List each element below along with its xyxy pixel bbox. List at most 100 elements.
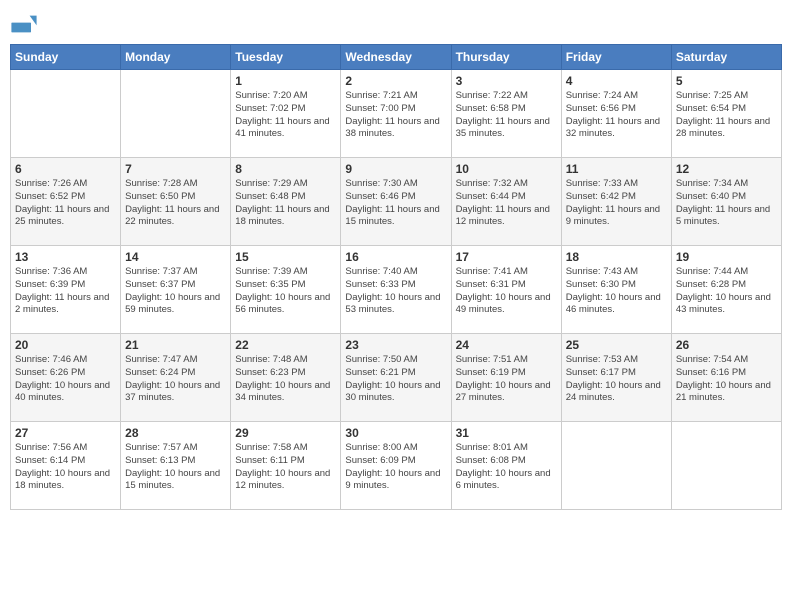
- day-number: 22: [235, 338, 336, 352]
- day-info: Sunrise: 7:24 AM Sunset: 6:56 PM Dayligh…: [566, 90, 667, 141]
- day-info: Sunrise: 7:48 AM Sunset: 6:23 PM Dayligh…: [235, 354, 336, 405]
- day-info: Sunrise: 7:43 AM Sunset: 6:30 PM Dayligh…: [566, 266, 667, 317]
- week-row-5: 27Sunrise: 7:56 AM Sunset: 6:14 PM Dayli…: [11, 422, 782, 510]
- day-cell-9: 9 Sunrise: 7:30 AM Sunset: 6:46 PM Daylig…: [341, 158, 451, 246]
- day-info: Sunrise: 7:25 AM Sunset: 6:54 PM Dayligh…: [676, 90, 777, 141]
- header-thursday: Thursday: [451, 45, 561, 70]
- day-number: 1: [235, 74, 336, 88]
- day-info: Sunrise: 7:51 AM Sunset: 6:19 PM Dayligh…: [456, 354, 557, 405]
- day-cell-1: 1 Sunrise: 7:20 AM Sunset: 7:02 PM Daylig…: [231, 70, 341, 158]
- day-cell-26: 26Sunrise: 7:54 AM Sunset: 6:16 PM Dayli…: [671, 334, 781, 422]
- day-info: Sunrise: 7:22 AM Sunset: 6:58 PM Dayligh…: [456, 90, 557, 141]
- logo: [10, 10, 42, 38]
- day-cell-3: 3 Sunrise: 7:22 AM Sunset: 6:58 PM Daylig…: [451, 70, 561, 158]
- day-number: 16: [345, 250, 446, 264]
- day-cell-8: 8 Sunrise: 7:29 AM Sunset: 6:48 PM Daylig…: [231, 158, 341, 246]
- day-info: Sunrise: 7:32 AM Sunset: 6:44 PM Dayligh…: [456, 178, 557, 229]
- day-cell-20: 20Sunrise: 7:46 AM Sunset: 6:26 PM Dayli…: [11, 334, 121, 422]
- day-number: 5: [676, 74, 777, 88]
- day-number: 21: [125, 338, 226, 352]
- calendar-table: SundayMondayTuesdayWednesdayThursdayFrid…: [10, 44, 782, 510]
- day-info: Sunrise: 7:39 AM Sunset: 6:35 PM Dayligh…: [235, 266, 336, 317]
- day-number: 9: [345, 162, 446, 176]
- header-friday: Friday: [561, 45, 671, 70]
- empty-cell: [121, 70, 231, 158]
- header-monday: Monday: [121, 45, 231, 70]
- day-number: 10: [456, 162, 557, 176]
- day-cell-27: 27Sunrise: 7:56 AM Sunset: 6:14 PM Dayli…: [11, 422, 121, 510]
- day-number: 8: [235, 162, 336, 176]
- week-row-4: 20Sunrise: 7:46 AM Sunset: 6:26 PM Dayli…: [11, 334, 782, 422]
- day-info: Sunrise: 7:54 AM Sunset: 6:16 PM Dayligh…: [676, 354, 777, 405]
- day-info: Sunrise: 7:56 AM Sunset: 6:14 PM Dayligh…: [15, 442, 116, 493]
- day-cell-31: 31 Sunrise: 8:01 AM Sunset: 6:08 PM Dayli…: [451, 422, 561, 510]
- day-number: 18: [566, 250, 667, 264]
- day-number: 12: [676, 162, 777, 176]
- day-info: Sunrise: 8:01 AM Sunset: 6:08 PM Dayligh…: [456, 442, 557, 493]
- day-cell-17: 17 Sunrise: 7:41 AM Sunset: 6:31 PM Dayli…: [451, 246, 561, 334]
- day-number: 11: [566, 162, 667, 176]
- day-cell-5: 5 Sunrise: 7:25 AM Sunset: 6:54 PM Daylig…: [671, 70, 781, 158]
- day-number: 7: [125, 162, 226, 176]
- day-number: 4: [566, 74, 667, 88]
- day-info: Sunrise: 7:33 AM Sunset: 6:42 PM Dayligh…: [566, 178, 667, 229]
- day-number: 14: [125, 250, 226, 264]
- day-number: 24: [456, 338, 557, 352]
- header-wednesday: Wednesday: [341, 45, 451, 70]
- day-info: Sunrise: 7:28 AM Sunset: 6:50 PM Dayligh…: [125, 178, 226, 229]
- day-number: 29: [235, 426, 336, 440]
- day-info: Sunrise: 7:47 AM Sunset: 6:24 PM Dayligh…: [125, 354, 226, 405]
- day-cell-23: 23 Sunrise: 7:50 AM Sunset: 6:21 PM Dayli…: [341, 334, 451, 422]
- day-number: 23: [345, 338, 446, 352]
- empty-cell: [11, 70, 121, 158]
- day-info: Sunrise: 7:50 AM Sunset: 6:21 PM Dayligh…: [345, 354, 446, 405]
- day-cell-6: 6 Sunrise: 7:26 AM Sunset: 6:52 PM Daylig…: [11, 158, 121, 246]
- day-number: 28: [125, 426, 226, 440]
- calendar-header-row: SundayMondayTuesdayWednesdayThursdayFrid…: [11, 45, 782, 70]
- week-row-2: 6 Sunrise: 7:26 AM Sunset: 6:52 PM Daylig…: [11, 158, 782, 246]
- day-info: Sunrise: 7:34 AM Sunset: 6:40 PM Dayligh…: [676, 178, 777, 229]
- day-cell-4: 4 Sunrise: 7:24 AM Sunset: 6:56 PM Daylig…: [561, 70, 671, 158]
- day-cell-15: 15 Sunrise: 7:39 AM Sunset: 6:35 PM Dayli…: [231, 246, 341, 334]
- day-cell-22: 22 Sunrise: 7:48 AM Sunset: 6:23 PM Dayli…: [231, 334, 341, 422]
- header-saturday: Saturday: [671, 45, 781, 70]
- day-cell-14: 14Sunrise: 7:37 AM Sunset: 6:37 PM Dayli…: [121, 246, 231, 334]
- day-cell-25: 25 Sunrise: 7:53 AM Sunset: 6:17 PM Dayli…: [561, 334, 671, 422]
- day-info: Sunrise: 7:36 AM Sunset: 6:39 PM Dayligh…: [15, 266, 116, 317]
- day-cell-29: 29 Sunrise: 7:58 AM Sunset: 6:11 PM Dayli…: [231, 422, 341, 510]
- header-tuesday: Tuesday: [231, 45, 341, 70]
- day-number: 3: [456, 74, 557, 88]
- day-info: Sunrise: 7:46 AM Sunset: 6:26 PM Dayligh…: [15, 354, 116, 405]
- day-info: Sunrise: 8:00 AM Sunset: 6:09 PM Dayligh…: [345, 442, 446, 493]
- day-info: Sunrise: 7:41 AM Sunset: 6:31 PM Dayligh…: [456, 266, 557, 317]
- day-number: 25: [566, 338, 667, 352]
- day-cell-28: 28 Sunrise: 7:57 AM Sunset: 6:13 PM Dayli…: [121, 422, 231, 510]
- day-info: Sunrise: 7:29 AM Sunset: 6:48 PM Dayligh…: [235, 178, 336, 229]
- day-number: 13: [15, 250, 116, 264]
- day-info: Sunrise: 7:53 AM Sunset: 6:17 PM Dayligh…: [566, 354, 667, 405]
- day-cell-24: 24 Sunrise: 7:51 AM Sunset: 6:19 PM Dayli…: [451, 334, 561, 422]
- day-info: Sunrise: 7:40 AM Sunset: 6:33 PM Dayligh…: [345, 266, 446, 317]
- day-cell-7: 7 Sunrise: 7:28 AM Sunset: 6:50 PM Daylig…: [121, 158, 231, 246]
- day-cell-16: 16 Sunrise: 7:40 AM Sunset: 6:33 PM Dayli…: [341, 246, 451, 334]
- day-info: Sunrise: 7:30 AM Sunset: 6:46 PM Dayligh…: [345, 178, 446, 229]
- day-number: 30: [345, 426, 446, 440]
- day-info: Sunrise: 7:20 AM Sunset: 7:02 PM Dayligh…: [235, 90, 336, 141]
- day-number: 31: [456, 426, 557, 440]
- day-info: Sunrise: 7:57 AM Sunset: 6:13 PM Dayligh…: [125, 442, 226, 493]
- day-number: 17: [456, 250, 557, 264]
- day-cell-2: 2Sunrise: 7:21 AM Sunset: 7:00 PM Daylig…: [341, 70, 451, 158]
- day-cell-13: 13 Sunrise: 7:36 AM Sunset: 6:39 PM Dayli…: [11, 246, 121, 334]
- day-number: 2: [345, 74, 446, 88]
- day-number: 15: [235, 250, 336, 264]
- header-sunday: Sunday: [11, 45, 121, 70]
- day-info: Sunrise: 7:26 AM Sunset: 6:52 PM Dayligh…: [15, 178, 116, 229]
- day-cell-11: 11 Sunrise: 7:33 AM Sunset: 6:42 PM Dayli…: [561, 158, 671, 246]
- day-cell-21: 21 Sunrise: 7:47 AM Sunset: 6:24 PM Dayli…: [121, 334, 231, 422]
- week-row-3: 13 Sunrise: 7:36 AM Sunset: 6:39 PM Dayli…: [11, 246, 782, 334]
- day-number: 19: [676, 250, 777, 264]
- empty-cell: [671, 422, 781, 510]
- day-info: Sunrise: 7:58 AM Sunset: 6:11 PM Dayligh…: [235, 442, 336, 493]
- day-number: 6: [15, 162, 116, 176]
- page-header: [10, 10, 782, 38]
